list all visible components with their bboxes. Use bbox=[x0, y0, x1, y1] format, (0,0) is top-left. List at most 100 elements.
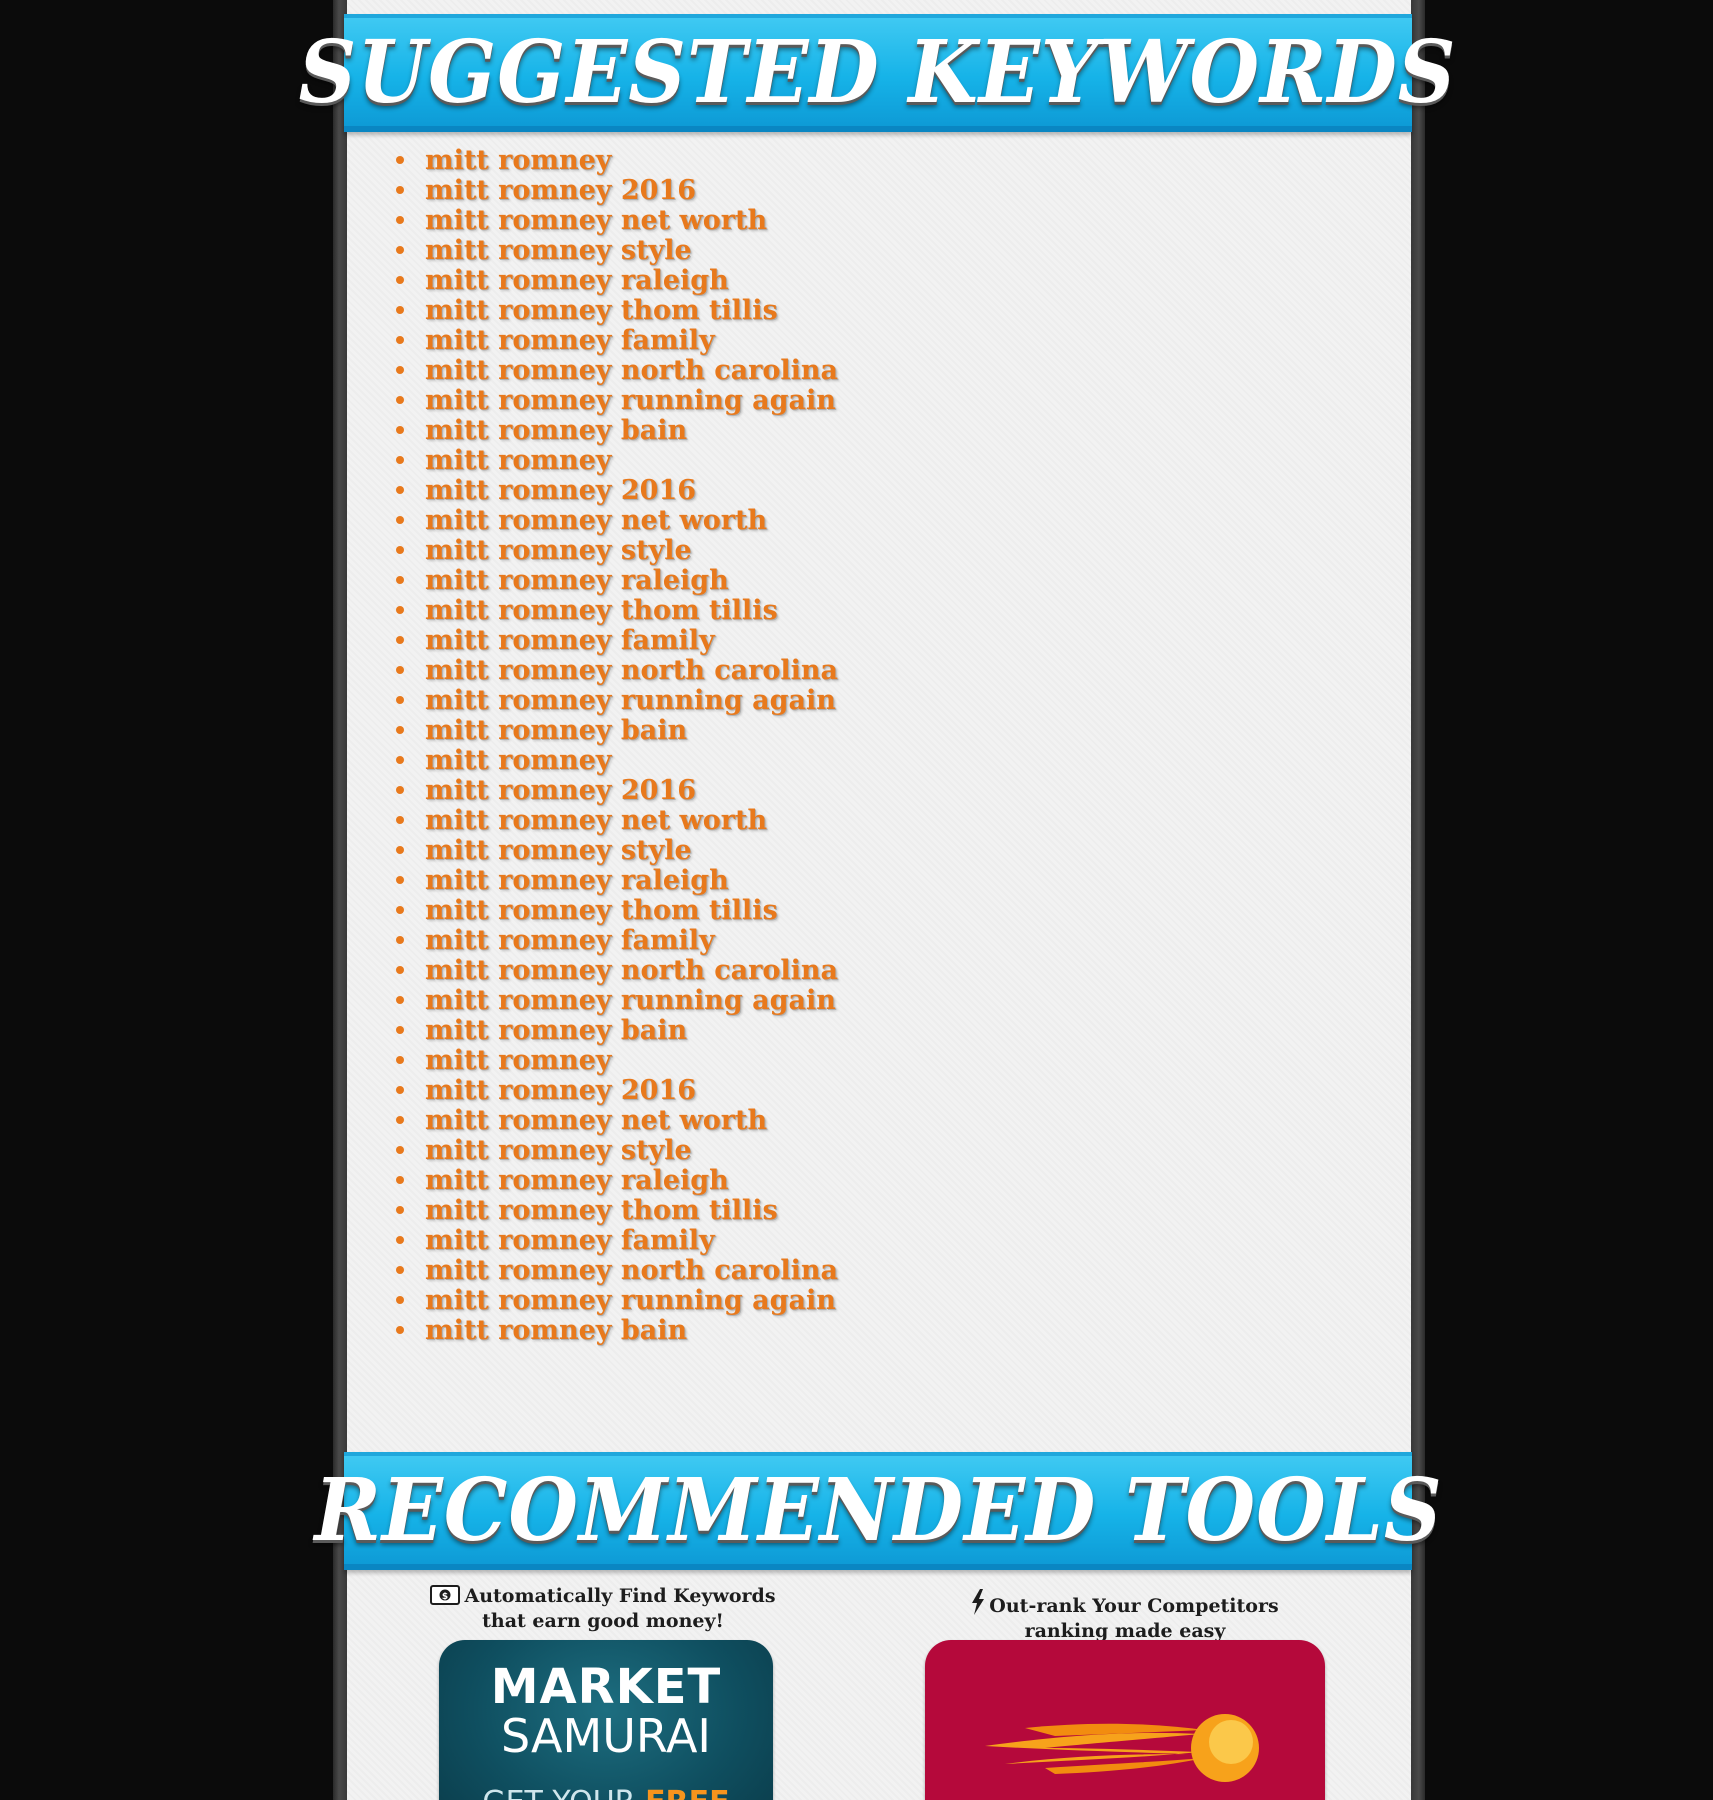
keyword-list-item: mitt romney bain bbox=[396, 1015, 838, 1046]
keyword-list: mitt romney mitt romney 2016 mitt romney n… bbox=[396, 145, 838, 1346]
tool-caption-seo-tool: Out-rank Your Competitors ranking made e… bbox=[940, 1589, 1310, 1642]
keyword-link[interactable]: mitt romney bbox=[425, 445, 611, 476]
bullet-dot-icon bbox=[396, 366, 404, 374]
keyword-link[interactable]: mitt romney north carolina bbox=[425, 355, 838, 386]
keyword-link[interactable]: mitt romney thom tillis bbox=[425, 295, 778, 326]
bullet-dot-icon bbox=[396, 966, 404, 974]
bullet-dot-icon bbox=[396, 726, 404, 734]
keyword-link[interactable]: mitt romney family bbox=[425, 1225, 715, 1256]
bullet-dot-icon bbox=[396, 486, 404, 494]
keyword-list-item: mitt romney style bbox=[396, 1135, 838, 1166]
keyword-link[interactable]: mitt romney running again bbox=[425, 1285, 836, 1316]
market-samurai-card[interactable]: MARKET SAMURAI GET YOUR FREE bbox=[439, 1640, 773, 1800]
keyword-link[interactable]: mitt romney bain bbox=[425, 715, 687, 746]
bullet-dot-icon bbox=[396, 1026, 404, 1034]
bullet-dot-icon bbox=[396, 666, 404, 674]
keyword-list-item: mitt romney family bbox=[396, 325, 838, 356]
keyword-list-item: mitt romney running again bbox=[396, 685, 838, 716]
keyword-link[interactable]: mitt romney north carolina bbox=[425, 1255, 838, 1286]
keyword-list-item: mitt romney bbox=[396, 145, 838, 176]
keyword-list-item: mitt romney north carolina bbox=[396, 955, 838, 986]
keyword-list-item: mitt romney net worth bbox=[396, 1105, 838, 1136]
keyword-link[interactable]: mitt romney thom tillis bbox=[425, 1195, 778, 1226]
keyword-link[interactable]: mitt romney 2016 bbox=[425, 475, 696, 506]
keyword-link[interactable]: mitt romney raleigh bbox=[425, 265, 729, 296]
keyword-list-item: mitt romney family bbox=[396, 925, 838, 956]
recommended-tools-banner: RECOMMENDED TOOLS bbox=[314, 1452, 1441, 1570]
keyword-link[interactable]: mitt romney 2016 bbox=[425, 1075, 696, 1106]
bullet-dot-icon bbox=[396, 936, 404, 944]
bullet-dot-icon bbox=[396, 246, 404, 254]
keyword-link[interactable]: mitt romney family bbox=[425, 625, 715, 656]
keyword-link[interactable]: mitt romney 2016 bbox=[425, 175, 696, 206]
tool-caption-line2: ranking made easy bbox=[1024, 1620, 1226, 1642]
bullet-dot-icon bbox=[396, 186, 404, 194]
keyword-list-item: mitt romney raleigh bbox=[396, 1165, 838, 1196]
keyword-list-item: mitt romney north carolina bbox=[396, 655, 838, 686]
tool-caption-market-samurai: $ Automatically Find Keywords that earn … bbox=[420, 1585, 786, 1632]
keyword-list-item: mitt romney 2016 bbox=[396, 1075, 838, 1106]
keyword-link[interactable]: mitt romney style bbox=[425, 1135, 692, 1166]
keyword-link[interactable]: mitt romney style bbox=[425, 235, 692, 266]
keyword-link[interactable]: mitt romney net worth bbox=[425, 805, 767, 836]
keyword-list-item: mitt romney 2016 bbox=[396, 475, 838, 506]
keyword-link[interactable]: mitt romney net worth bbox=[425, 205, 767, 236]
keyword-link[interactable]: mitt romney thom tillis bbox=[425, 595, 778, 626]
tool-caption-line1: Automatically Find Keywords bbox=[464, 1585, 776, 1607]
bullet-dot-icon bbox=[396, 546, 404, 554]
seo-tool-card[interactable] bbox=[925, 1640, 1325, 1800]
bullet-dot-icon bbox=[396, 1206, 404, 1214]
recommended-tools-title: RECOMMENDED TOOLS bbox=[313, 1459, 1443, 1561]
keyword-link[interactable]: mitt romney north carolina bbox=[425, 655, 838, 686]
keyword-link[interactable]: mitt romney north carolina bbox=[425, 955, 838, 986]
keyword-list-item: mitt romney thom tillis bbox=[396, 1195, 838, 1226]
keyword-list-item: mitt romney 2016 bbox=[396, 775, 838, 806]
bullet-dot-icon bbox=[396, 606, 404, 614]
seo-logo-wordmark-partial bbox=[993, 1790, 1293, 1800]
page: SUGGESTED KEYWORDS mitt romney mitt romne… bbox=[0, 0, 1713, 1800]
keyword-link[interactable]: mitt romney raleigh bbox=[425, 565, 729, 596]
bullet-dot-icon bbox=[396, 636, 404, 644]
keyword-link[interactable]: mitt romney family bbox=[425, 925, 715, 956]
keyword-link[interactable]: mitt romney running again bbox=[425, 685, 836, 716]
bullet-dot-icon bbox=[396, 216, 404, 224]
keyword-list-item: mitt romney net worth bbox=[396, 505, 838, 536]
keyword-link[interactable]: mitt romney raleigh bbox=[425, 1165, 729, 1196]
keyword-list-item: mitt romney style bbox=[396, 235, 838, 266]
market-samurai-logo-word1: MARKET bbox=[490, 1659, 722, 1715]
keyword-link[interactable]: mitt romney bain bbox=[425, 1015, 687, 1046]
keyword-link[interactable]: mitt romney bbox=[425, 1045, 611, 1076]
tool-caption-line2: that earn good money! bbox=[482, 1610, 724, 1632]
keyword-link[interactable]: mitt romney thom tillis bbox=[425, 895, 778, 926]
keyword-link[interactable]: mitt romney bbox=[425, 145, 611, 176]
keyword-link[interactable]: mitt romney bain bbox=[425, 415, 687, 446]
suggested-keywords-banner: SUGGESTED KEYWORDS bbox=[299, 14, 1456, 132]
keyword-link[interactable]: mitt romney bain bbox=[425, 1315, 687, 1346]
bullet-dot-icon bbox=[396, 576, 404, 584]
keyword-link[interactable]: mitt romney bbox=[425, 745, 611, 776]
keyword-link[interactable]: mitt romney family bbox=[425, 325, 715, 356]
keyword-link[interactable]: mitt romney style bbox=[425, 835, 692, 866]
keyword-link[interactable]: mitt romney raleigh bbox=[425, 865, 729, 896]
suggested-keywords-title: SUGGESTED KEYWORDS bbox=[299, 21, 1457, 123]
keyword-list-item: mitt romney bbox=[396, 745, 838, 776]
bullet-dot-icon bbox=[396, 276, 404, 284]
keyword-list-item: mitt romney raleigh bbox=[396, 565, 838, 596]
keyword-link[interactable]: mitt romney net worth bbox=[425, 1105, 767, 1136]
bullet-dot-icon bbox=[396, 456, 404, 464]
keyword-list-item: mitt romney 2016 bbox=[396, 175, 838, 206]
keyword-list-item: mitt romney bain bbox=[396, 1315, 838, 1346]
keyword-link[interactable]: mitt romney 2016 bbox=[425, 775, 696, 806]
bullet-dot-icon bbox=[396, 786, 404, 794]
bullet-dot-icon bbox=[396, 906, 404, 914]
bullet-dot-icon bbox=[396, 756, 404, 764]
keyword-link[interactable]: mitt romney running again bbox=[425, 985, 836, 1016]
keyword-link[interactable]: mitt romney running again bbox=[425, 385, 836, 416]
tool-caption-line1: Out-rank Your Competitors bbox=[989, 1595, 1279, 1617]
comet-logo-icon bbox=[985, 1714, 1259, 1782]
keyword-link[interactable]: mitt romney style bbox=[425, 535, 692, 566]
bullet-dot-icon bbox=[396, 1086, 404, 1094]
keyword-link[interactable]: mitt romney net worth bbox=[425, 505, 767, 536]
market-samurai-logo-word2: SAMURAI bbox=[500, 1709, 711, 1763]
market-samurai-cta: GET YOUR FREE bbox=[439, 1788, 773, 1800]
